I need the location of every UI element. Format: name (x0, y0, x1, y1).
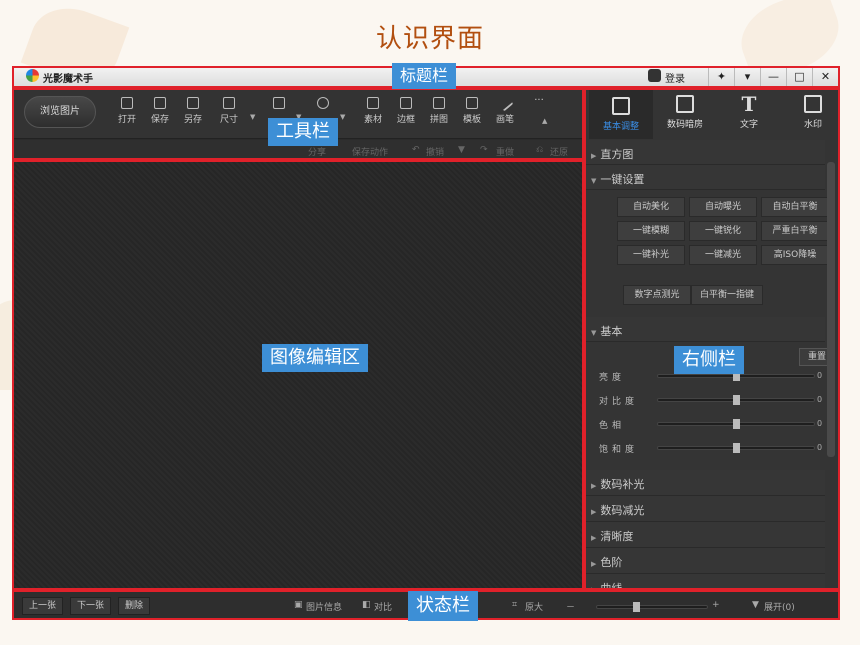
toolbar-callout: 工具栏 (268, 118, 338, 146)
titlebar-callout: 标题栏 (392, 63, 457, 89)
sidebar-highlight (584, 88, 840, 590)
editor-highlight (12, 160, 584, 590)
sidebar-callout: 右侧栏 (674, 346, 744, 374)
page-title: 认识界面 (375, 24, 484, 54)
editor-callout: 图像编辑区 (262, 344, 368, 372)
statusbar-callout: 状态栏 (408, 591, 478, 621)
